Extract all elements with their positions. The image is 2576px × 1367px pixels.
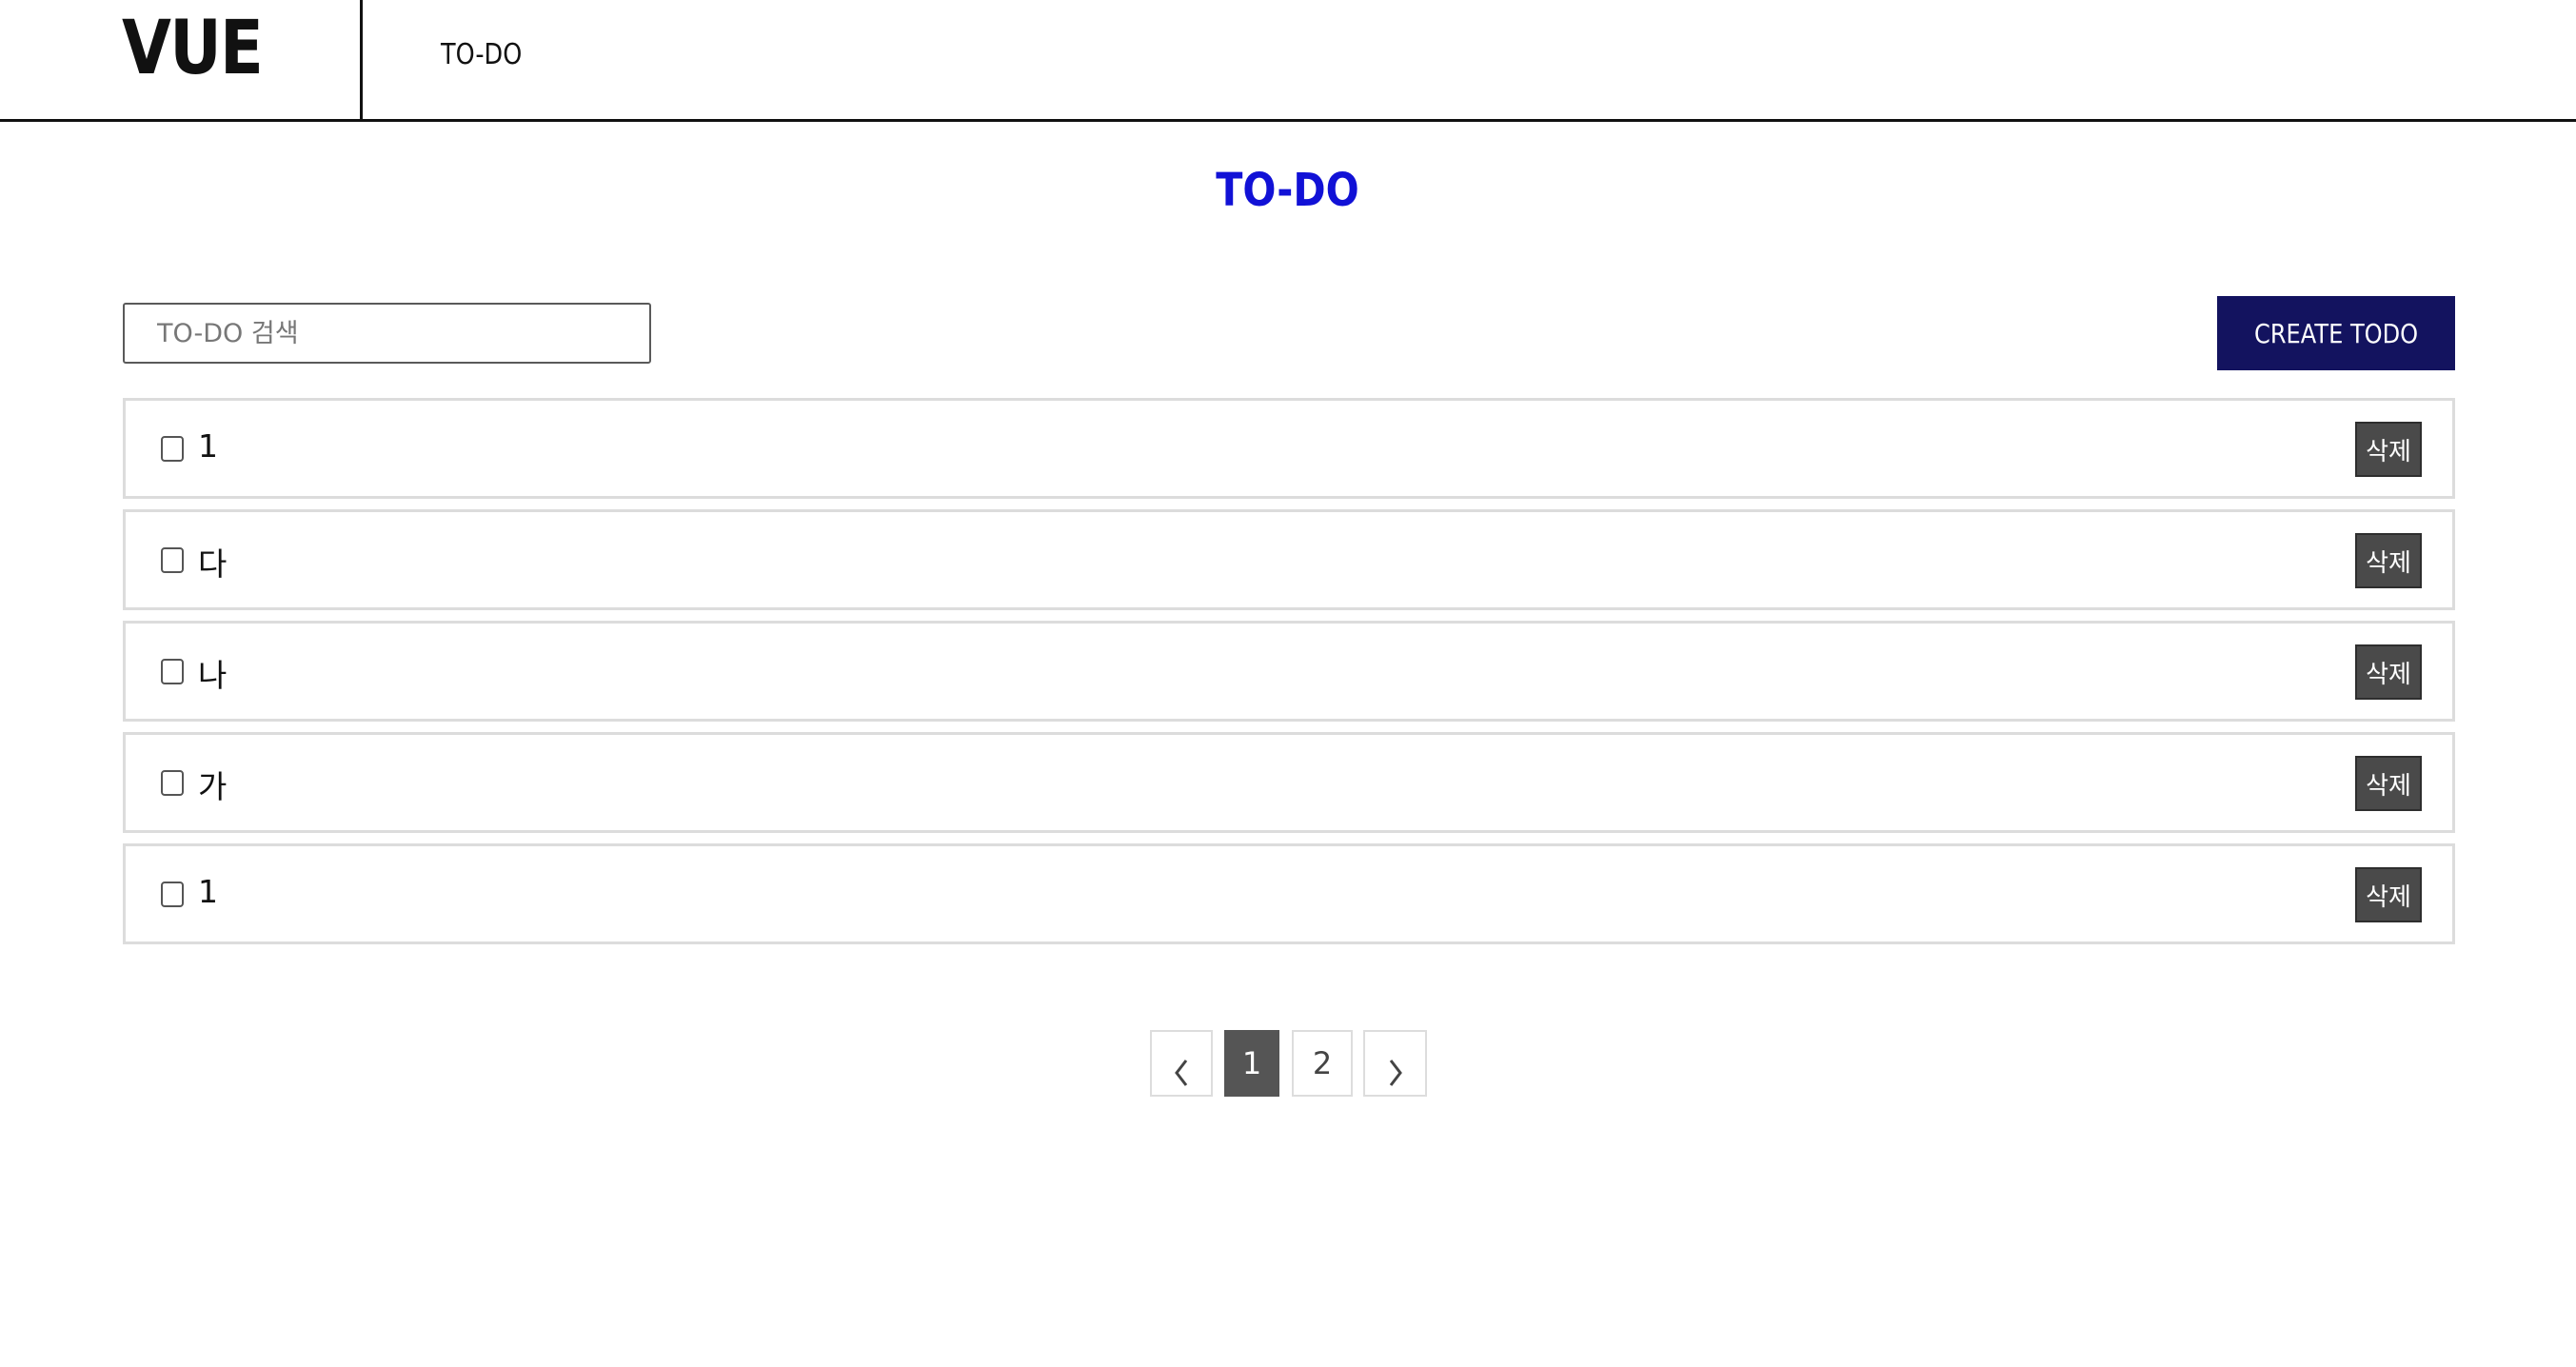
logo[interactable]: VUE	[122, 6, 264, 91]
todo-item: 다 삭제	[123, 509, 2455, 610]
create-todo-button[interactable]: CREATE TODO	[2217, 296, 2455, 370]
chevron-left-icon	[1175, 1059, 1188, 1086]
todo-checkbox[interactable]	[161, 882, 184, 907]
todo-checkbox[interactable]	[161, 770, 184, 796]
top-header: VUE TO-DO	[0, 0, 2576, 122]
todo-text: 나	[198, 657, 228, 694]
next-page-button[interactable]	[1363, 1030, 1427, 1097]
prev-page-button[interactable]	[1150, 1030, 1213, 1097]
todo-checkbox[interactable]	[161, 659, 184, 684]
delete-button[interactable]: 삭제	[2355, 867, 2422, 922]
page-button-2[interactable]: 2	[1292, 1030, 1353, 1097]
todo-item: 1 삭제	[123, 398, 2455, 499]
page-button-1[interactable]: 1	[1224, 1030, 1279, 1097]
delete-button[interactable]: 삭제	[2355, 533, 2422, 588]
todo-text: 1	[198, 873, 218, 910]
todo-item: 가 삭제	[123, 732, 2455, 833]
todo-list: 1 삭제 다 삭제 나 삭제 가 삭제 1 삭제	[123, 398, 2455, 955]
todo-checkbox[interactable]	[161, 436, 184, 462]
todo-item: 나 삭제	[123, 621, 2455, 722]
todo-text: 1	[198, 427, 218, 465]
todo-text: 다	[198, 545, 228, 583]
delete-button[interactable]: 삭제	[2355, 422, 2422, 477]
search-input[interactable]	[123, 303, 651, 364]
page-title: TO-DO	[0, 164, 2576, 217]
chevron-right-icon	[1389, 1059, 1402, 1086]
logo-container: VUE	[0, 0, 363, 120]
delete-button[interactable]: 삭제	[2355, 644, 2422, 700]
nav-link-todo[interactable]: TO-DO	[441, 38, 522, 71]
delete-button[interactable]: 삭제	[2355, 756, 2422, 811]
todo-item: 1 삭제	[123, 843, 2455, 944]
todo-checkbox[interactable]	[161, 547, 184, 573]
todo-text: 가	[198, 768, 228, 805]
page-title-text: TO-DO	[1216, 164, 1360, 217]
create-todo-label: CREATE TODO	[2253, 317, 2419, 349]
